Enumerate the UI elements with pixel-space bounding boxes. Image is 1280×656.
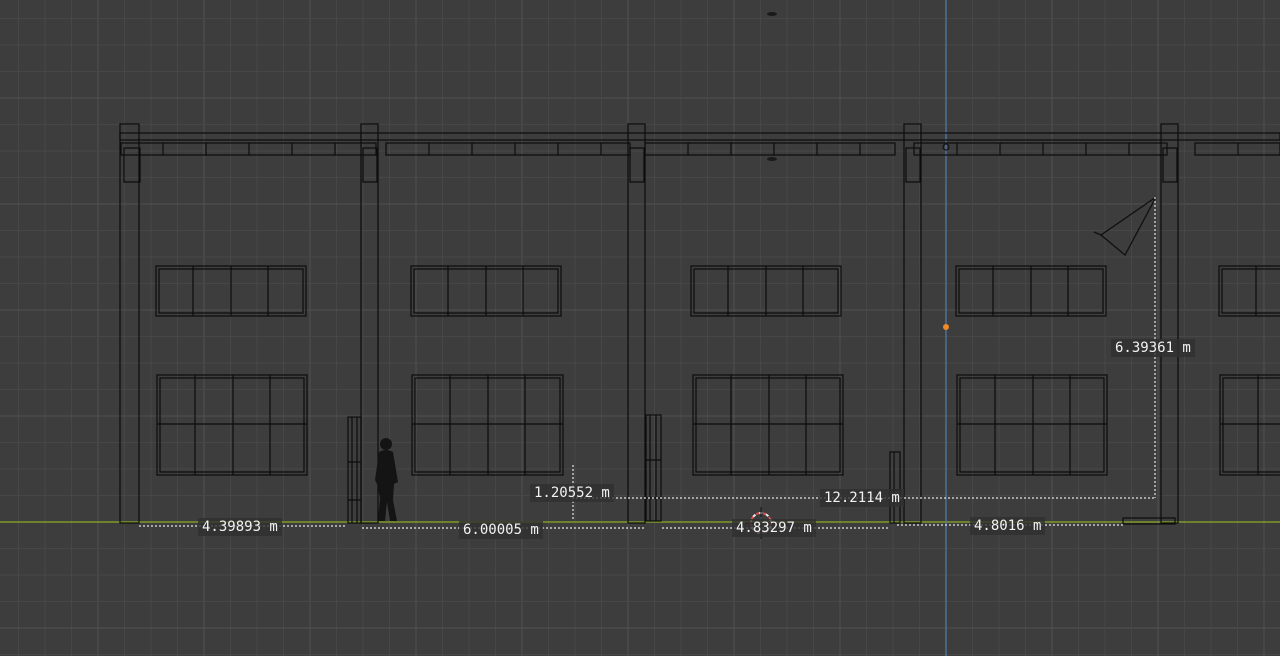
origin-dot-icon[interactable] bbox=[943, 324, 949, 330]
measure-label-door-height[interactable]: 1.20552 m bbox=[530, 484, 614, 502]
roof-beam[interactable] bbox=[119, 132, 1280, 156]
camera-icon[interactable] bbox=[1093, 196, 1157, 257]
3d-viewport[interactable]: 4.39893 m 6.00005 m 4.83297 m 4.8016 m 1… bbox=[0, 0, 1280, 656]
column[interactable] bbox=[119, 123, 1179, 524]
measure-label-span[interactable]: 12.2114 m bbox=[820, 489, 904, 507]
viewport-grid bbox=[0, 0, 1280, 656]
measure-label-height[interactable]: 6.39361 m bbox=[1111, 339, 1195, 357]
measure-label-bay2[interactable]: 6.00005 m bbox=[459, 521, 543, 539]
measure-label-bay4[interactable]: 4.8016 m bbox=[970, 517, 1046, 535]
measure-label-bay1[interactable]: 4.39893 m bbox=[198, 518, 282, 536]
measure-label-bay3[interactable]: 4.83297 m bbox=[732, 519, 816, 537]
upper-windows[interactable] bbox=[155, 265, 1280, 317]
scene-canvas[interactable] bbox=[0, 0, 1280, 656]
building-wireframe[interactable] bbox=[119, 12, 1280, 525]
small-ceiling-fixtures bbox=[767, 12, 950, 161]
